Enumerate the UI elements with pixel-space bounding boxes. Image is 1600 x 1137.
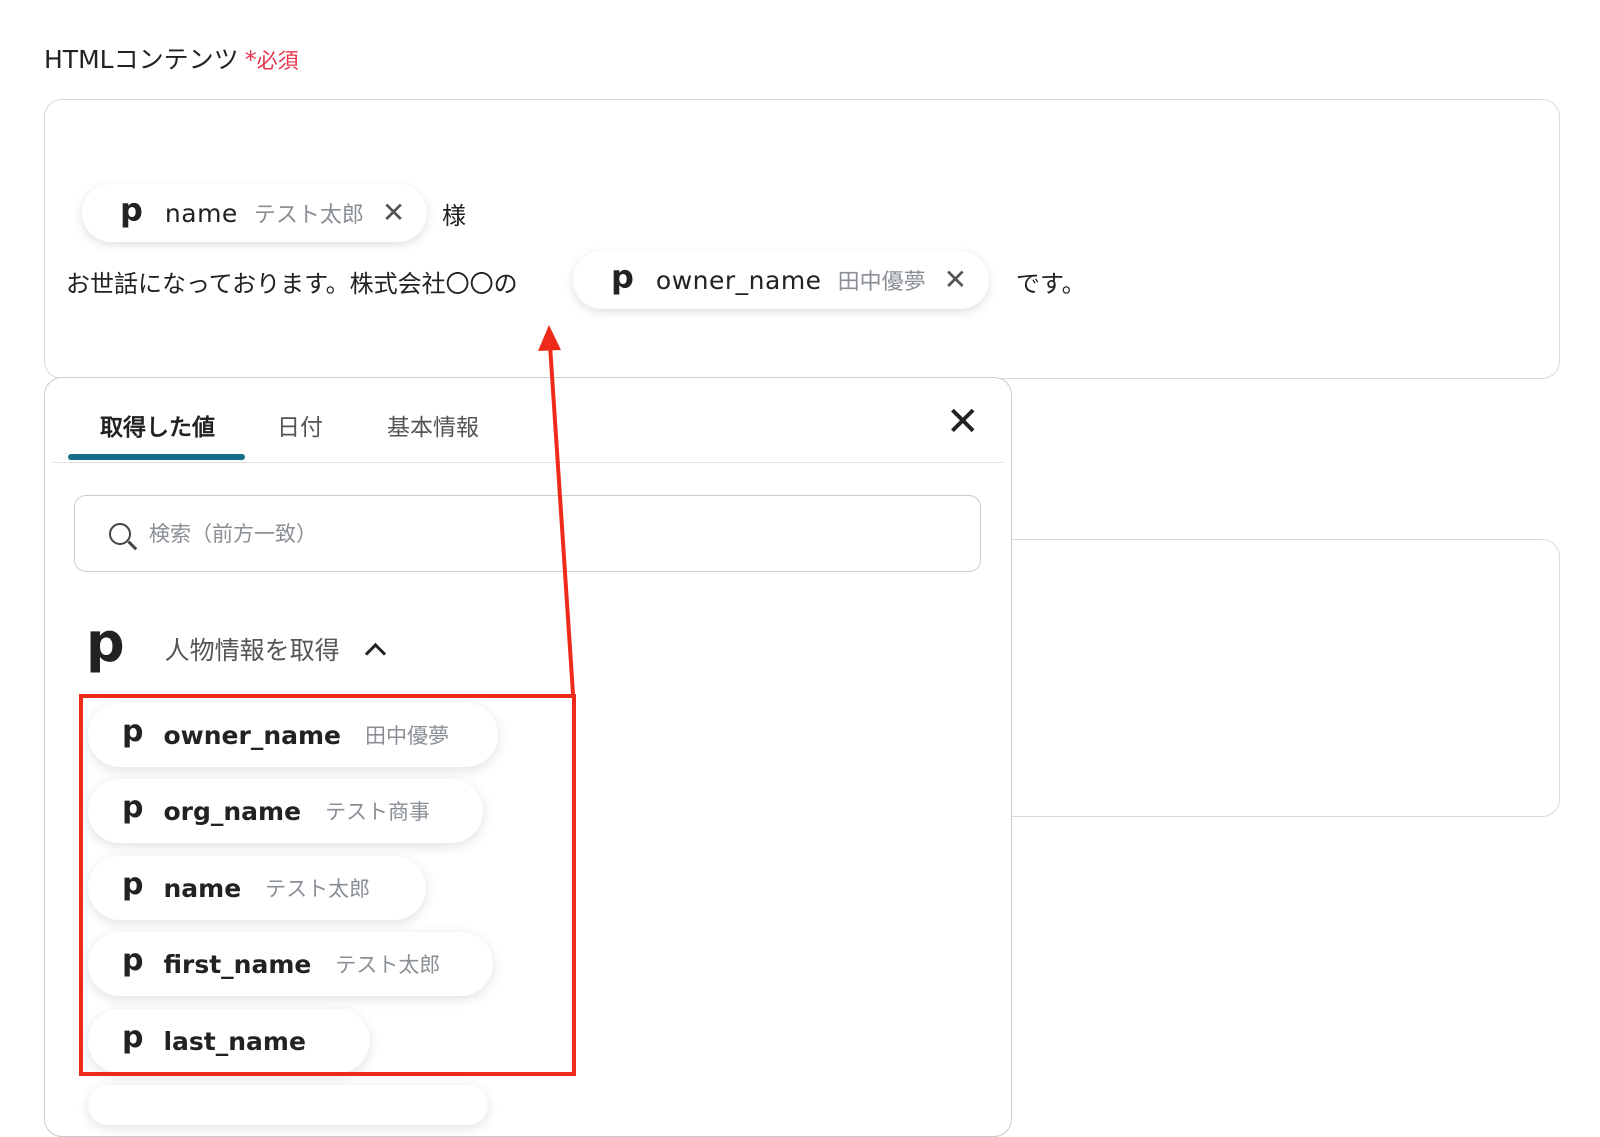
group-title: 人物情報を取得 (164, 636, 340, 665)
chip-name: owner_name (655, 265, 822, 295)
chip-value: 田中優夢 (837, 270, 926, 295)
close-icon[interactable]: ✕ (946, 402, 980, 442)
chip-value: テスト太郎 (253, 203, 364, 228)
tab-divider (52, 462, 1004, 463)
active-tab-indicator (68, 454, 245, 460)
required-text: 必須 (256, 49, 299, 73)
search-box[interactable] (74, 495, 981, 572)
tab-acquired-values[interactable]: 取得した値 (100, 408, 215, 442)
field-label-text: HTMLコンテンツ (44, 45, 239, 74)
editor-text-greeting: お世話になっております。株式会社〇〇の (66, 270, 518, 298)
pipedrive-icon: p (86, 611, 125, 674)
search-input[interactable] (147, 520, 851, 547)
required-mark: * (244, 46, 257, 74)
chip-name: name (164, 198, 238, 228)
pipedrive-icon: p (611, 258, 634, 296)
variable-chip-name[interactable]: p name テスト太郎 ✕ (82, 184, 428, 242)
chevron-up-icon[interactable] (364, 642, 386, 664)
close-icon[interactable]: ✕ (382, 199, 405, 227)
close-icon[interactable]: ✕ (944, 266, 967, 294)
annotation-highlight-box (79, 694, 576, 1076)
field-label: HTMLコンテンツ *必須 (44, 40, 299, 76)
group-header-get-person[interactable]: p 人物情報を取得 (86, 616, 386, 676)
tab-date[interactable]: 日付 (277, 408, 323, 442)
search-icon (109, 522, 131, 545)
editor-text-desu: です。 (1016, 270, 1086, 298)
tab-basic-info[interactable]: 基本情報 (387, 408, 479, 442)
secondary-field-box[interactable] (990, 539, 1560, 817)
variable-chip-owner-name[interactable]: p owner_name 田中優夢 ✕ (573, 251, 990, 309)
variable-item-partial[interactable] (88, 1085, 488, 1125)
pipedrive-icon: p (120, 191, 143, 229)
editor-text-sama: 様 (442, 202, 466, 230)
